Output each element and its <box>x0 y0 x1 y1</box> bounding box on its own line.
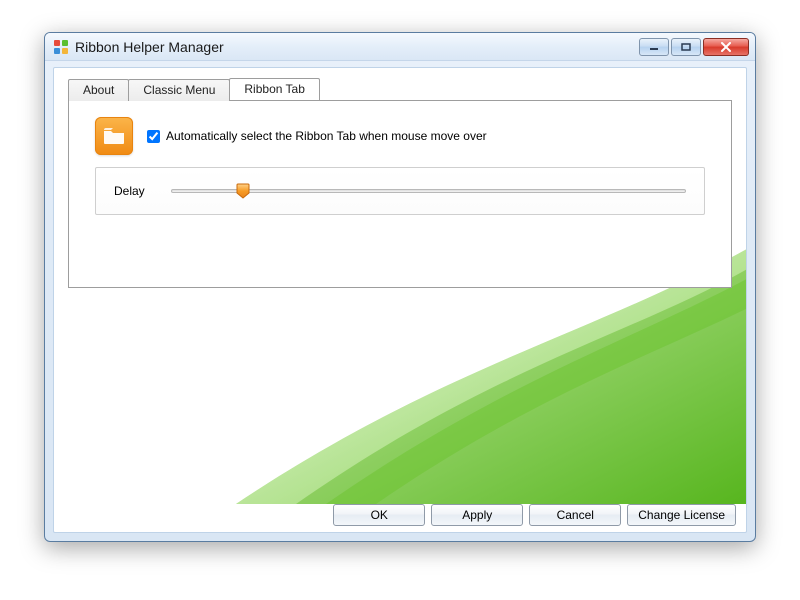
auto-select-row: Automatically select the Ribbon Tab when… <box>85 111 715 167</box>
tab-panel-ribbon: Automatically select the Ribbon Tab when… <box>68 100 732 288</box>
ok-button[interactable]: OK <box>333 504 425 526</box>
maximize-button[interactable] <box>671 38 701 56</box>
delay-slider[interactable] <box>171 182 686 200</box>
delay-section: Delay <box>95 167 705 215</box>
tab-classic-menu[interactable]: Classic Menu <box>128 79 230 101</box>
app-icon <box>53 39 69 55</box>
slider-thumb[interactable] <box>236 183 250 199</box>
cancel-button[interactable]: Cancel <box>529 504 621 526</box>
minimize-button[interactable] <box>639 38 669 56</box>
close-button[interactable] <box>703 38 749 56</box>
titlebar: Ribbon Helper Manager <box>45 33 755 61</box>
apply-button[interactable]: Apply <box>431 504 523 526</box>
app-window: Ribbon Helper Manager About Classic Menu… <box>44 32 756 542</box>
tab-about[interactable]: About <box>68 79 129 101</box>
delay-label: Delay <box>114 184 145 198</box>
dialog-footer: OK Apply Cancel Change License <box>54 504 746 526</box>
tab-strip: About Classic Menu Ribbon Tab <box>68 78 732 100</box>
folder-icon <box>95 117 133 155</box>
client-area: About Classic Menu Ribbon Tab Automatica… <box>53 67 747 533</box>
tab-control: About Classic Menu Ribbon Tab Automatica… <box>68 78 732 288</box>
auto-select-checkbox[interactable] <box>147 130 160 143</box>
auto-select-label: Automatically select the Ribbon Tab when… <box>166 129 487 143</box>
window-controls <box>637 38 749 56</box>
auto-select-option[interactable]: Automatically select the Ribbon Tab when… <box>147 129 487 143</box>
tab-ribbon-tab[interactable]: Ribbon Tab <box>229 78 320 100</box>
window-title: Ribbon Helper Manager <box>75 39 637 55</box>
change-license-button[interactable]: Change License <box>627 504 736 526</box>
